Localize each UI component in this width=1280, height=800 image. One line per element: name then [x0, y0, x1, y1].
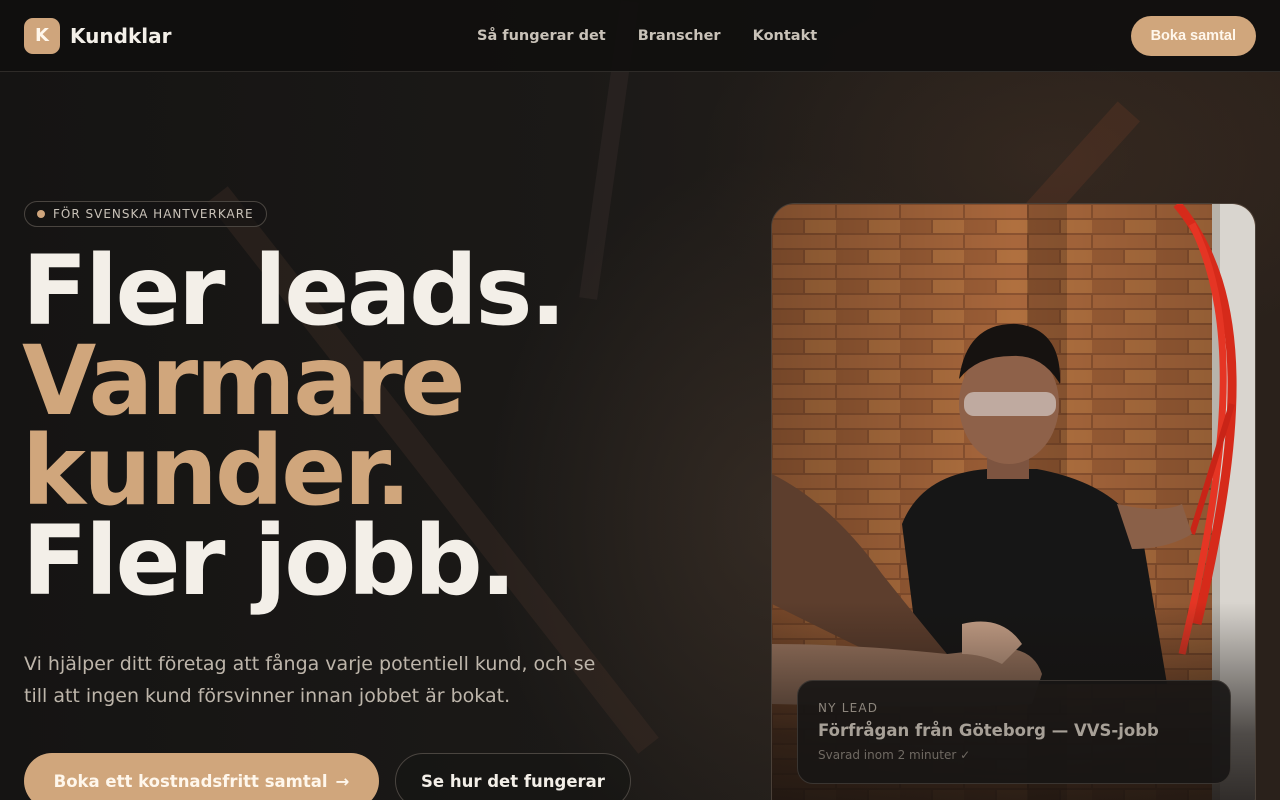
book-free-call-button[interactable]: Boka ett kostnadsfritt samtal →	[24, 753, 379, 800]
hero-photo-card: NY LEAD Förfrågan från Göteborg — VVS-jo…	[771, 203, 1256, 800]
badge-label: FÖR SVENSKA HANTVERKARE	[53, 207, 254, 221]
new-lead-notification: NY LEAD Förfrågan från Göteborg — VVS-jo…	[797, 680, 1231, 784]
brand-name: Kundklar	[70, 23, 172, 48]
how-it-works-button[interactable]: Se hur det fungerar	[395, 753, 631, 800]
audience-badge: FÖR SVENSKA HANTVERKARE	[24, 201, 267, 227]
headline-line-4: Fler jobb.	[22, 505, 517, 617]
logo[interactable]: K Kundklar	[24, 17, 172, 54]
book-free-call-label: Boka ett kostnadsfritt samtal	[53, 771, 328, 791]
site-header: K Kundklar Så fungerar det Branscher Kon…	[0, 0, 1280, 72]
headline-line-1: Fler leads.	[22, 235, 566, 347]
main-nav: Så fungerar det Branscher Kontakt	[477, 0, 817, 72]
arrow-right-icon: →	[335, 771, 350, 791]
nav-link-contact[interactable]: Kontakt	[753, 28, 818, 44]
lead-title: Förfrågan från Göteborg — VVS-jobb	[818, 721, 1159, 740]
hero-description: Vi hjälper ditt företag att fånga varje …	[24, 653, 596, 707]
nav-link-industries[interactable]: Branscher	[638, 28, 721, 44]
headline-line-3: kunder.	[22, 415, 411, 527]
hero-headline: Fler leads. Varmare kunder. Fler jobb.	[22, 235, 566, 617]
lead-tag: NY LEAD	[818, 701, 879, 715]
book-call-button[interactable]: Boka samtal	[1130, 16, 1256, 56]
badge-dot-icon	[37, 210, 45, 218]
lead-response-time: Svarad inom 2 minuter ✓	[818, 748, 971, 762]
headline-line-2: Varmare	[22, 325, 465, 437]
nav-link-how-it-works[interactable]: Så fungerar det	[477, 28, 606, 44]
logo-badge: K	[24, 17, 60, 54]
